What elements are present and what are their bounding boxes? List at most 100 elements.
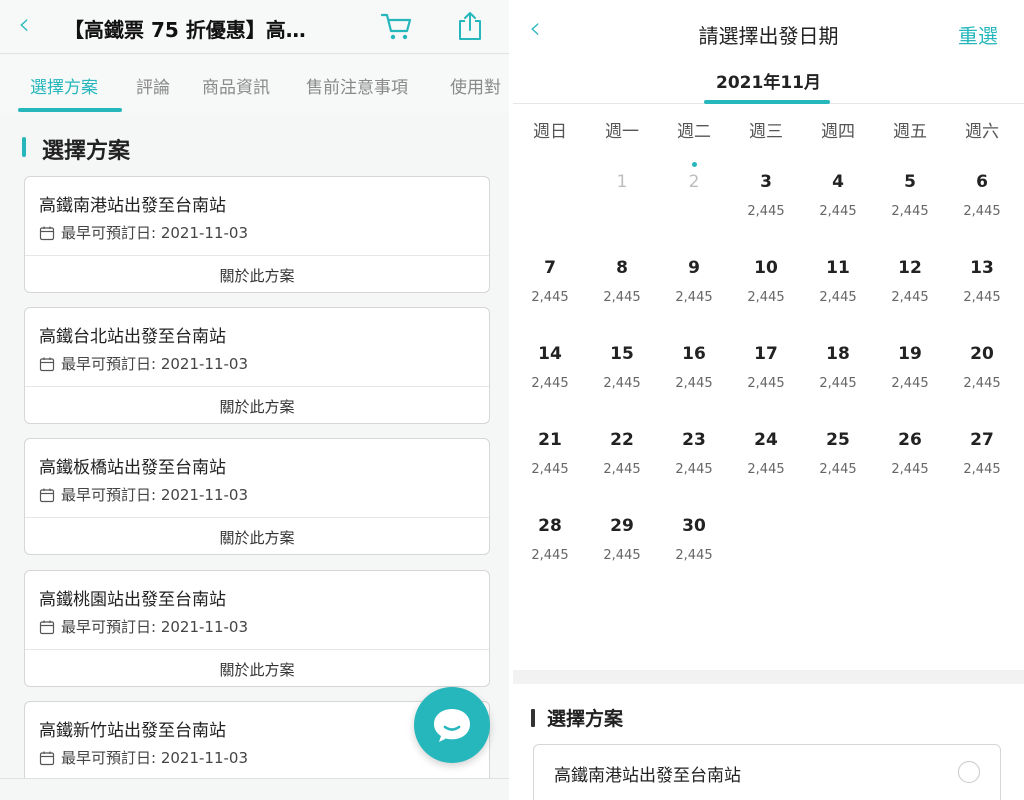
plan-name: 高鐵南港站出發至台南站 — [39, 196, 226, 216]
chat-button[interactable] — [414, 687, 490, 763]
day-price: 2,445 — [603, 548, 641, 563]
day-price: 2,445 — [675, 290, 713, 305]
day-price: 2,445 — [963, 290, 1001, 305]
active-tab-indicator — [18, 108, 122, 112]
day-number: 9 — [688, 258, 700, 278]
day-price: 2,445 — [891, 376, 929, 391]
plan-name: 高鐵板橋站出發至台南站 — [39, 458, 226, 478]
day-price: 2,445 — [819, 204, 857, 219]
plan-card[interactable]: 高鐵板橋站出發至台南站 最早可預訂日: 2021-11-03 關於此方案 — [24, 438, 490, 555]
section-accent-bar — [531, 709, 535, 727]
plan-card[interactable]: 高鐵桃園站出發至台南站 最早可預訂日: 2021-11-03 關於此方案 — [24, 570, 490, 687]
calendar-day[interactable]: 25 2,445 — [806, 430, 870, 500]
day-price: 2,445 — [747, 376, 785, 391]
divider — [25, 255, 489, 256]
cart-icon[interactable] — [380, 12, 412, 42]
day-number: 11 — [826, 258, 850, 278]
calendar-icon — [39, 620, 55, 634]
about-plan-link[interactable]: 關於此方案 — [25, 527, 489, 548]
calendar-day[interactable]: 12 2,445 — [878, 258, 942, 328]
calendar-day[interactable]: 15 2,445 — [590, 344, 654, 414]
day-number: 13 — [970, 258, 994, 278]
plan-name: 高鐵新竹站出發至台南站 — [39, 721, 226, 741]
calendar-day[interactable]: 23 2,445 — [662, 430, 726, 500]
plan-date-text: 最早可預訂日: 2021-11-03 — [61, 486, 248, 504]
day-price: 2,445 — [963, 204, 1001, 219]
tab-usage[interactable]: 使用對 — [450, 73, 501, 98]
calendar-day[interactable]: 13 2,445 — [950, 258, 1014, 328]
plan-date-text: 最早可預訂日: 2021-11-03 — [61, 618, 248, 636]
plan-card[interactable]: 高鐵南港站出發至台南站 最早可預訂日: 2021-11-03 關於此方案 — [24, 176, 490, 293]
today-indicator-dot — [692, 162, 697, 167]
day-price: 2,445 — [531, 376, 569, 391]
tab-choose-plan[interactable]: 選擇方案 — [30, 73, 98, 98]
plan-card[interactable]: 高鐵台北站出發至台南站 最早可預訂日: 2021-11-03 關於此方案 — [24, 307, 490, 424]
calendar-day[interactable]: 17 2,445 — [734, 344, 798, 414]
weekday-label: 週五 — [893, 122, 927, 142]
calendar-day[interactable]: 19 2,445 — [878, 344, 942, 414]
calendar-day[interactable]: 27 2,445 — [950, 430, 1014, 500]
calendar-day[interactable]: 4 2,445 — [806, 172, 870, 242]
day-price: 2,445 — [747, 290, 785, 305]
day-price: 2,445 — [603, 290, 641, 305]
day-price: 2,445 — [531, 290, 569, 305]
product-title: 【高鐵票 75 折優惠】高… — [64, 18, 306, 42]
section-separator — [513, 670, 1024, 684]
calendar-day[interactable]: 22 2,445 — [590, 430, 654, 500]
day-price: 2,445 — [891, 204, 929, 219]
weekday-label: 週二 — [677, 122, 711, 142]
day-price: 2,445 — [603, 462, 641, 477]
calendar-day[interactable]: 14 2,445 — [518, 344, 582, 414]
day-number: 16 — [682, 344, 706, 364]
day-number: 28 — [538, 516, 562, 536]
calendar-day[interactable]: 10 2,445 — [734, 258, 798, 328]
about-plan-link[interactable]: 關於此方案 — [25, 265, 489, 286]
about-plan-link[interactable]: 關於此方案 — [25, 396, 489, 417]
day-number: 25 — [826, 430, 850, 450]
calendar-day[interactable]: 29 2,445 — [590, 516, 654, 586]
calendar-day[interactable]: 11 2,445 — [806, 258, 870, 328]
month-tab-bar: 2021年11月 — [513, 62, 1024, 104]
tab-pre-sale-notes[interactable]: 售前注意事項 — [306, 73, 408, 98]
calendar-day[interactable]: 30 2,445 — [662, 516, 726, 586]
day-number: 10 — [754, 258, 778, 278]
reset-button[interactable]: 重選 — [958, 20, 998, 49]
calendar-day[interactable]: 9 2,445 — [662, 258, 726, 328]
plan-date-text: 最早可預訂日: 2021-11-03 — [61, 224, 248, 242]
weekday-label: 週四 — [821, 122, 855, 142]
calendar-day[interactable]: 26 2,445 — [878, 430, 942, 500]
plan-option[interactable]: 高鐵南港站出發至台南站 — [533, 744, 1001, 800]
back-button[interactable]: ‹ — [18, 8, 30, 42]
day-price: 2,445 — [963, 462, 1001, 477]
day-price: 2,445 — [675, 376, 713, 391]
about-plan-link[interactable]: 關於此方案 — [25, 659, 489, 680]
share-icon[interactable] — [456, 10, 484, 42]
month-tab[interactable]: 2021年11月 — [513, 68, 1024, 93]
section-title: 選擇方案 — [547, 708, 624, 730]
divider — [25, 517, 489, 518]
product-tabs: 選擇方案 評論 商品資訊 售前注意事項 使用對 — [0, 55, 509, 113]
calendar-day[interactable]: 28 2,445 — [518, 516, 582, 586]
calendar-day[interactable]: 21 2,445 — [518, 430, 582, 500]
plan-date-text: 最早可預訂日: 2021-11-03 — [61, 355, 248, 373]
calendar-day[interactable]: 16 2,445 — [662, 344, 726, 414]
calendar-day[interactable]: 24 2,445 — [734, 430, 798, 500]
weekday-label: 週日 — [533, 122, 567, 142]
calendar-day[interactable]: 7 2,445 — [518, 258, 582, 328]
tab-product-info[interactable]: 商品資訊 — [202, 73, 270, 98]
plan-option-label: 高鐵南港站出發至台南站 — [554, 766, 741, 786]
calendar-day[interactable]: 20 2,445 — [950, 344, 1014, 414]
plan-radio-button[interactable] — [958, 761, 980, 783]
day-number: 22 — [610, 430, 634, 450]
calendar-day[interactable]: 8 2,445 — [590, 258, 654, 328]
day-price: 2,445 — [747, 204, 785, 219]
calendar-day[interactable]: 3 2,445 — [734, 172, 798, 242]
day-number: 24 — [754, 430, 778, 450]
calendar-day[interactable]: 6 2,445 — [950, 172, 1014, 242]
day-number: 3 — [760, 172, 772, 192]
tab-reviews[interactable]: 評論 — [136, 73, 170, 98]
calendar-day[interactable]: 5 2,445 — [878, 172, 942, 242]
day-number: 20 — [970, 344, 994, 364]
plan-name: 高鐵台北站出發至台南站 — [39, 327, 226, 347]
calendar-day[interactable]: 18 2,445 — [806, 344, 870, 414]
